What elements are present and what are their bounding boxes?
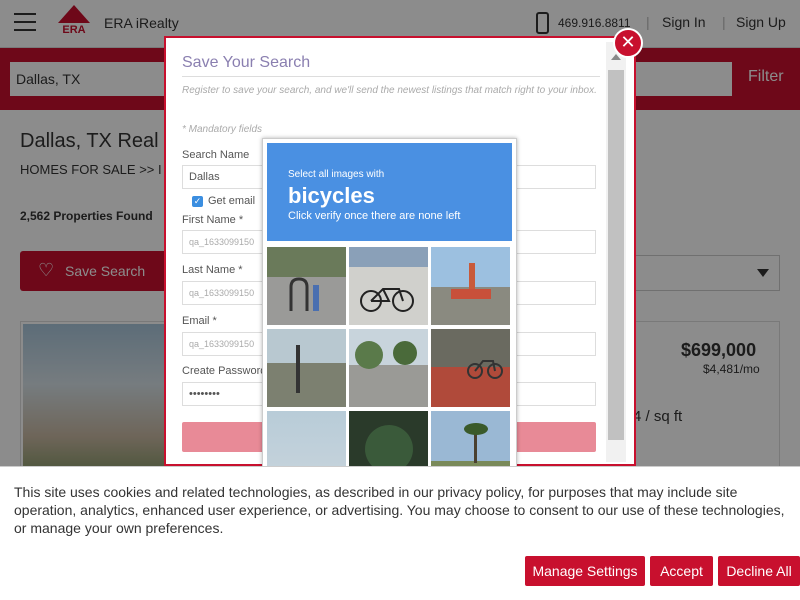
first-name-label: First Name *: [182, 214, 244, 226]
captcha-tile[interactable]: [267, 411, 346, 467]
captcha-tile[interactable]: [349, 411, 428, 467]
captcha-tile[interactable]: [431, 411, 510, 467]
modal-title: Save Your Search: [182, 54, 311, 71]
captcha-target-word: bicycles: [288, 183, 375, 208]
captcha-instruction-line: Select all images with: [288, 169, 385, 180]
captcha-tile[interactable]: [267, 329, 346, 407]
manage-settings-button[interactable]: Manage Settings: [525, 556, 645, 586]
cookie-banner: This site uses cookies and related techn…: [0, 466, 800, 600]
email-label: Email *: [182, 315, 217, 327]
decline-all-button[interactable]: Decline All: [718, 556, 800, 586]
captcha-tile[interactable]: [267, 247, 346, 325]
captcha-tile[interactable]: [431, 247, 510, 325]
get-email-label: Get email: [208, 195, 256, 207]
close-icon[interactable]: ✕: [613, 28, 643, 58]
last-name-label: Last Name *: [182, 264, 243, 276]
modal-subtitle: Register to save your search, and we'll …: [182, 85, 597, 96]
captcha-tile[interactable]: [349, 247, 428, 325]
search-name-label: Search Name: [182, 149, 250, 161]
password-label: Create Password: [182, 365, 267, 377]
captcha-instructions: Select all images with bicycles Click ve…: [267, 143, 512, 241]
captcha-tile[interactable]: [431, 329, 510, 407]
divider: [182, 76, 600, 77]
captcha-challenge: Select all images with bicycles Click ve…: [262, 138, 517, 468]
captcha-instruction-hint: Click verify once there are none left: [288, 210, 461, 222]
mandatory-note: * Mandatory fields: [182, 124, 263, 135]
cookie-message: This site uses cookies and related techn…: [14, 484, 785, 536]
accept-button[interactable]: Accept: [650, 556, 713, 586]
scrollbar-thumb[interactable]: [608, 70, 624, 440]
get-email-checkbox[interactable]: ✓: [192, 196, 203, 207]
captcha-tile[interactable]: [349, 329, 428, 407]
